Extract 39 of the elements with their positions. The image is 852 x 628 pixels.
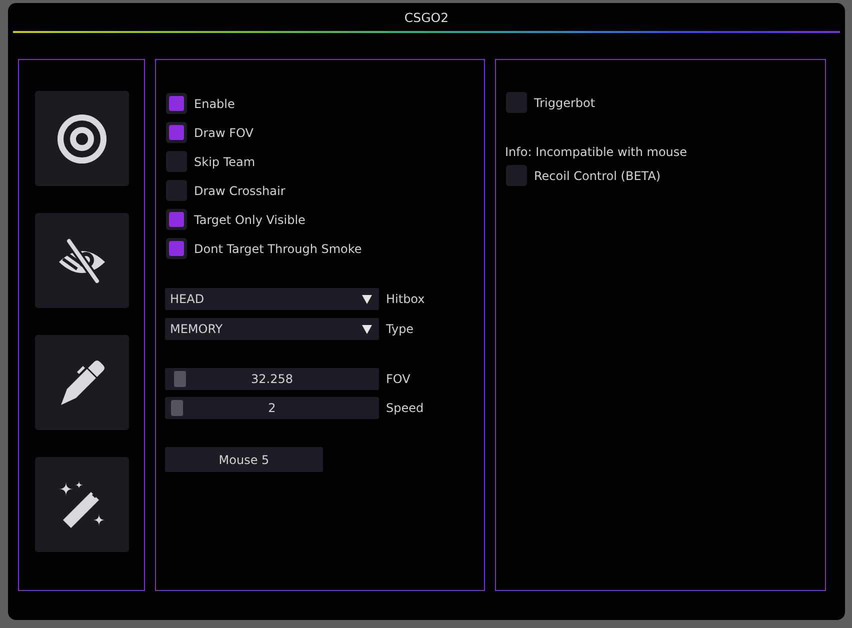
caret-icon <box>362 324 372 334</box>
checkbox-label[interactable]: Recoil Control (BETA) <box>534 168 661 184</box>
checkbox[interactable] <box>166 122 187 143</box>
target-icon <box>56 114 106 164</box>
dropdown-label: Hitbox <box>386 291 425 307</box>
slider-thumb[interactable] <box>170 400 183 416</box>
checkbox[interactable] <box>506 165 527 186</box>
info-text: Info: Incompatible with mouse <box>505 144 688 160</box>
checkbox[interactable] <box>166 238 187 259</box>
dropdown[interactable]: HEAD <box>165 288 379 310</box>
slider-thumb[interactable] <box>174 371 186 387</box>
sidebar-tab[interactable] <box>34 213 128 308</box>
slider-label: FOV <box>386 371 410 387</box>
dropdown[interactable]: MEMORY <box>165 318 379 340</box>
checkbox[interactable] <box>166 93 187 114</box>
slider[interactable]: 2 <box>165 397 379 419</box>
slider[interactable]: 32.258 <box>165 368 379 390</box>
sidebar-tab[interactable] <box>34 457 128 552</box>
checkbox[interactable] <box>506 92 527 113</box>
checkbox[interactable] <box>166 209 187 230</box>
slider-label: Speed <box>386 400 424 416</box>
checkbox-label[interactable]: Triggerbot <box>534 94 596 110</box>
checkbox-label[interactable]: Target Only Visible <box>194 212 306 228</box>
checkbox[interactable] <box>166 180 187 201</box>
sidebar-tab[interactable] <box>34 335 128 430</box>
caret-icon <box>362 294 372 304</box>
dropdown-label: Type <box>386 321 414 337</box>
checkbox-label[interactable]: Enable <box>194 96 235 112</box>
window-title: CSGO2 <box>404 10 449 24</box>
slider-value: 2 <box>268 401 276 415</box>
eye-slash-icon <box>56 236 106 286</box>
checkbox-label[interactable]: Draw Crosshair <box>194 182 286 198</box>
key-bind-button[interactable]: Mouse 5 <box>165 447 323 472</box>
checkbox-label[interactable]: Skip Team <box>194 154 256 170</box>
checkbox-label[interactable]: Draw FOV <box>194 124 254 140</box>
slider-value: 32.258 <box>251 372 293 386</box>
checkbox-label[interactable]: Dont Target Through Smoke <box>194 240 362 256</box>
sidebar-tab[interactable] <box>34 91 128 186</box>
checkbox[interactable] <box>166 151 187 172</box>
